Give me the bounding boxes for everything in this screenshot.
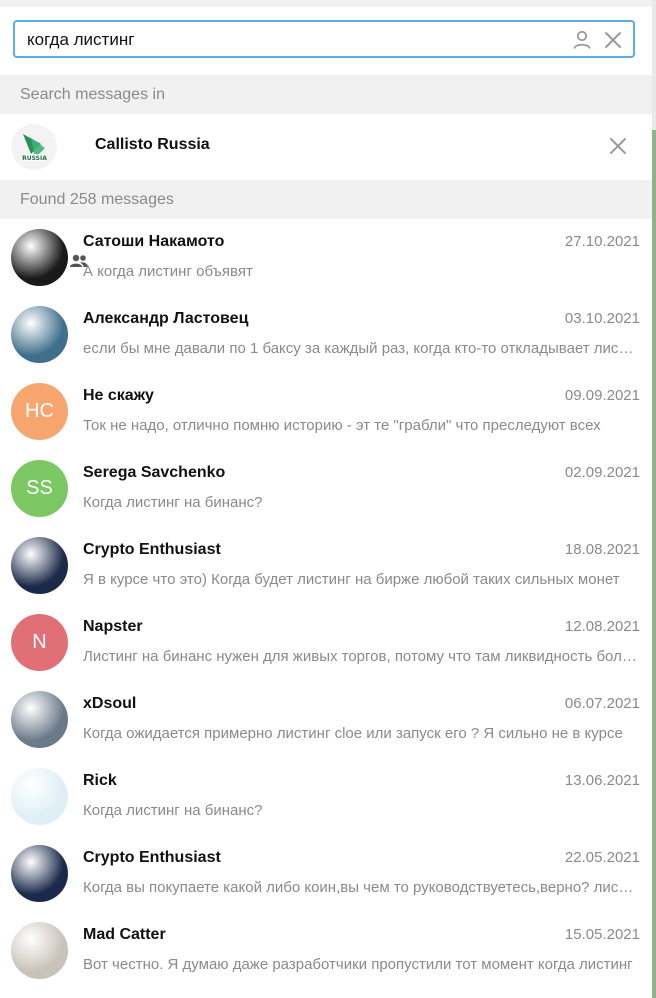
avatar: N [11, 614, 68, 671]
message-preview: Вот честно. Я думаю даже разработчики пр… [83, 956, 633, 973]
avatar [11, 845, 68, 902]
result-row[interactable]: НС Не скажу 09.09.2021 Ток не надо, отли… [0, 373, 652, 450]
avatar-initials: SS [26, 477, 53, 499]
message-preview: Листинг на бинанс нужен для живых торгов… [83, 648, 639, 665]
sender-name: Rick [83, 772, 117, 789]
message-date: 09.09.2021 [564, 387, 640, 404]
sender-name: Александр Ластовец [83, 310, 249, 327]
message-date: 22.05.2021 [564, 849, 640, 866]
result-row[interactable]: Александр Ластовец 03.10.2021 если бы мн… [0, 296, 652, 373]
result-row[interactable]: Crypto Enthusiast 22.05.2021 Когда вы по… [0, 835, 652, 912]
message-preview: Когда ожидается примерно листинг cloe ил… [83, 725, 623, 742]
message-preview: Я в курсе что это) Когда будет листинг н… [83, 571, 620, 588]
avatar [11, 691, 68, 748]
user-filter-icon[interactable] [571, 29, 593, 51]
avatar-initials: N [32, 631, 47, 653]
result-row[interactable]: SS Serega Savchenko 02.09.2021 Когда лис… [0, 450, 652, 527]
result-row[interactable]: Сатоши Накамото 27.10.2021 А когда листи… [0, 219, 652, 296]
search-results-list: Сатоши Накамото 27.10.2021 А когда листи… [0, 219, 652, 989]
avatar: SS [11, 460, 68, 517]
message-date: 06.07.2021 [564, 695, 640, 712]
search-in-header: Search messages in [0, 75, 652, 114]
sender-name: Mad Catter [83, 926, 166, 943]
sender-name: Не скажу [83, 387, 154, 404]
chat-filter-avatar-text: RUSSIA [22, 155, 47, 162]
result-row[interactable]: Mad Catter 15.05.2021 Вот честно. Я дума… [0, 912, 652, 989]
message-date: 13.06.2021 [564, 772, 640, 789]
result-row[interactable]: Crypto Enthusiast 18.08.2021 Я в курсе ч… [0, 527, 652, 604]
result-row[interactable]: N Napster 12.08.2021 Листинг на бинанс н… [0, 604, 652, 681]
top-strip [0, 0, 656, 7]
sender-name: Сатоши Накамото [83, 233, 225, 250]
avatar [11, 537, 68, 594]
avatar [11, 922, 68, 979]
message-preview: Когда листинг на бинанс? [83, 802, 263, 819]
avatar [11, 229, 68, 286]
result-row[interactable]: Rick 13.06.2021 Когда листинг на бинанс? [0, 758, 652, 835]
avatar [11, 768, 68, 825]
chat-filter-avatar: RUSSIA [11, 124, 57, 170]
sender-name: Crypto Enthusiast [83, 849, 221, 866]
chat-filter-name: Callisto Russia [95, 136, 210, 153]
sender-name: Napster [83, 618, 143, 635]
found-messages-header: Found 258 messages [0, 180, 652, 219]
search-box[interactable] [13, 20, 635, 58]
sender-name: xDsoul [83, 695, 137, 712]
result-row[interactable]: xDsoul 06.07.2021 Когда ожидается пример… [0, 681, 652, 758]
message-date: 27.10.2021 [564, 233, 640, 250]
sender-name: Crypto Enthusiast [83, 541, 221, 558]
remove-chat-filter-icon[interactable] [606, 134, 630, 158]
right-edge-background [652, 130, 656, 998]
message-preview: если бы мне давали по 1 баксу за каждый … [83, 340, 639, 357]
clear-search-icon[interactable] [602, 29, 624, 51]
message-preview: Ток не надо, отлично помню историю - эт … [83, 417, 601, 434]
message-date: 15.05.2021 [564, 926, 640, 943]
message-date: 02.09.2021 [564, 464, 640, 481]
avatar [11, 306, 68, 363]
chat-filter[interactable]: RUSSIA Callisto Russia [0, 114, 652, 267]
message-preview: Когда вы покупаете какой либо коин,вы че… [83, 879, 639, 896]
message-preview: Когда листинг на бинанс? [83, 494, 263, 511]
message-date: 18.08.2021 [564, 541, 640, 558]
message-date: 03.10.2021 [564, 310, 640, 327]
message-date: 12.08.2021 [564, 618, 640, 635]
avatar: НС [11, 383, 68, 440]
message-preview: А когда листинг объявят [83, 263, 253, 280]
sender-name: Serega Savchenko [83, 464, 226, 481]
search-input[interactable] [27, 28, 547, 52]
avatar-initials: НС [25, 400, 54, 422]
